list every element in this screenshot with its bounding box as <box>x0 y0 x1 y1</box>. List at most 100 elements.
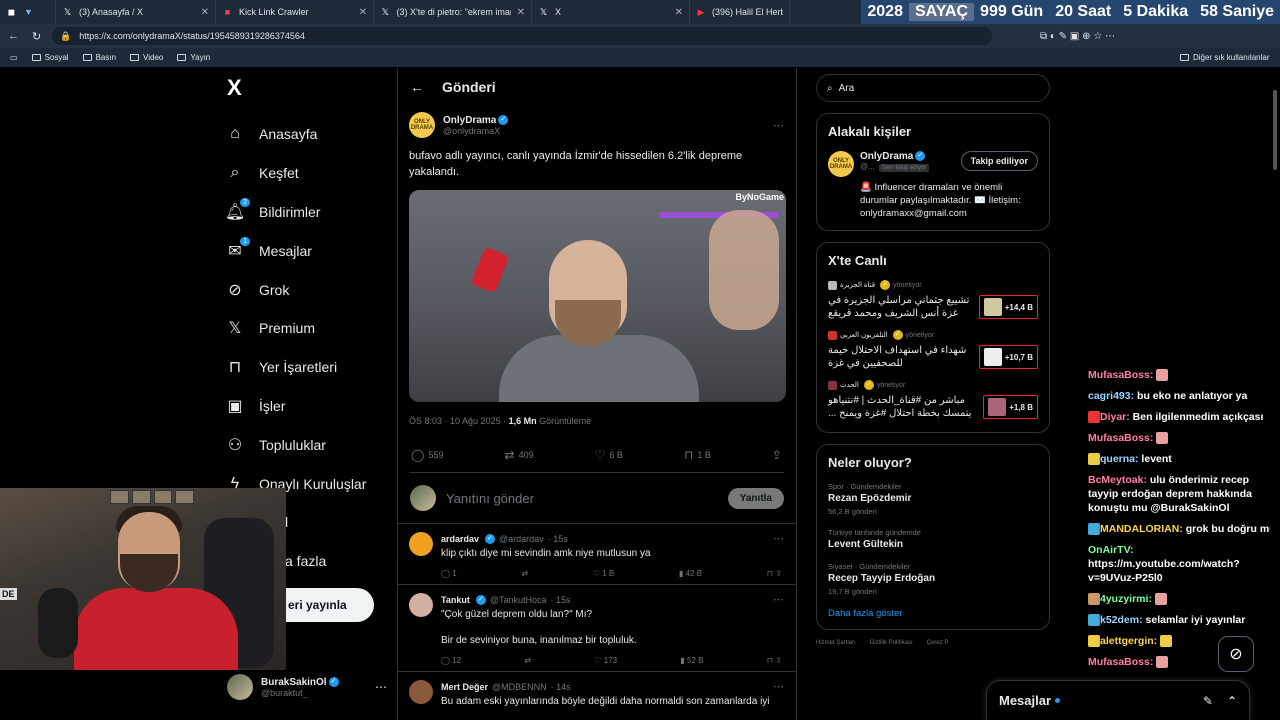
live-space-item[interactable]: الحدث ✓ yönetiyor مباشر من #قناة_الحدث | #… <box>828 380 1038 420</box>
share-button[interactable]: ⇪ <box>772 448 782 462</box>
reply-button[interactable]: ◯ 559 <box>411 448 443 462</box>
sidebar-item-notifications[interactable]: 🔔︎ 2 Bildirimler <box>225 193 395 232</box>
bookmark-button[interactable]: ⊓ ⇪ <box>767 656 782 665</box>
bookmark-button[interactable]: ⊓ ⇪ <box>767 569 782 578</box>
address-bar[interactable]: 🔒 https://x.com/onlydramaX/status/195458… <box>52 27 992 45</box>
sidebar-item-jobs[interactable]: ▣ İşler <box>225 387 395 426</box>
views-button[interactable]: ▮ 52 B <box>680 656 703 665</box>
close-icon[interactable]: ✕ <box>675 7 683 18</box>
sidebar-item-explore[interactable]: ⌕ Keşfet <box>225 154 395 193</box>
x-logo-icon[interactable]: X <box>227 75 395 101</box>
reply-button[interactable]: ◯ 1 <box>441 569 457 578</box>
account-switcher[interactable]: BurakSakinOl ✓ @buraktut_ ⋯ <box>227 672 387 702</box>
post-button[interactable]: eri yayınla <box>286 588 374 622</box>
avatar[interactable] <box>409 532 433 556</box>
author-name[interactable]: ardardav <box>441 534 479 544</box>
reply-tweet[interactable]: Mert Değer @MDBENNN · 14s ⋯ Bu adam eski… <box>398 672 796 715</box>
reply-text: "Çok güzel deprem oldu lan?" Mı? <box>441 609 593 620</box>
bookmark-folder[interactable]: Sosyal <box>31 53 69 62</box>
more-icon[interactable]: ⋯ <box>773 532 784 545</box>
sidebar-item-bookmarks[interactable]: ⊓ Yer İşaretleri <box>225 348 395 387</box>
sidebar-item-grok[interactable]: ⊘ Grok <box>225 270 395 309</box>
page-scrollbar[interactable] <box>1270 68 1280 720</box>
close-icon[interactable]: ✕ <box>359 7 367 18</box>
more-icon[interactable]: ⋯ <box>773 593 784 606</box>
live-space-item[interactable]: التلفزيون العربي ✓ yönetiyor شهداء في استه… <box>828 330 1038 370</box>
bookmark-folder[interactable]: Basın <box>82 53 116 62</box>
more-icon[interactable]: ⋯ <box>375 680 387 694</box>
related-person[interactable]: ONLY DRAMA OnlyDrama ✓ @... Seni takip ediy… <box>828 151 1038 177</box>
show-more-link[interactable]: Daha fazla göster <box>828 608 1038 619</box>
browser-tab[interactable]: 𝕏 (3) Anasayfa / X ✕ <box>56 0 216 24</box>
bell-icon: 🔔︎ 2 <box>225 197 250 222</box>
bookmark-folder[interactable]: Video <box>130 53 163 62</box>
reply-tweet[interactable]: Tankut ✓ @TankutHoca · 15s ⋯ "Çok güzel … <box>398 585 796 672</box>
other-bookmarks[interactable]: Diğer sık kullanılanlar <box>1180 53 1269 62</box>
reply-button[interactable]: ◯ 12 <box>441 656 461 665</box>
bookmark-button[interactable]: ⊓ 1 B <box>684 448 711 462</box>
avatar[interactable]: ONLY DRAMA <box>828 151 854 177</box>
live-listener-badge[interactable]: +1,8 B <box>983 395 1038 419</box>
back-arrow-icon[interactable]: ← <box>410 79 424 95</box>
trend-item[interactable]: Siyaset · Gündemdekiler Recep Tayyip Erd… <box>828 562 1038 596</box>
author-name[interactable]: OnlyDrama <box>443 115 496 126</box>
sidebar-item-premium[interactable]: 𝕏 Premium <box>225 309 395 348</box>
sidebar-item-messages[interactable]: ✉ 1 Mesajlar <box>225 231 395 270</box>
tweet-video[interactable]: ByNoGame <box>409 190 786 402</box>
reload-icon[interactable]: ↻ <box>32 30 41 43</box>
countdown-label: SAYAÇ <box>908 3 975 21</box>
more-icon[interactable]: ⋯ <box>773 119 784 132</box>
source-avatar <box>828 280 837 290</box>
views-button[interactable]: ▮ 42 B <box>679 569 702 578</box>
avatar[interactable]: ONLY DRAMA <box>409 112 435 138</box>
browser-tab[interactable]: 𝕏 (3) X'te di pietro: "ekrem imamoğ ✕ <box>374 0 532 24</box>
footer-link[interactable]: Çerez P <box>927 640 949 646</box>
author-name[interactable]: Tankut <box>441 595 470 605</box>
reply-submit-button[interactable]: Yanıtla <box>727 487 784 509</box>
trend-item[interactable]: Türkiye tarihinde gündemde Levent Gültek… <box>828 528 1038 550</box>
live-space-item[interactable]: قناة الجزيرة ✓ yönetiyor تشييع جثماني مراس… <box>828 280 1038 320</box>
reply-input[interactable]: Yanıtını gönder <box>446 491 534 506</box>
scrollbar-thumb[interactable] <box>1273 90 1277 170</box>
browser-tab[interactable]: ■ Kick Link Crawler ✕ <box>216 0 374 24</box>
retweet-button[interactable]: ⇄ <box>524 656 531 665</box>
sidebar-item-communities[interactable]: ⚇ Topluluklar <box>225 425 395 464</box>
browser-tab[interactable]: ▶ (396) Halil El Herba <box>690 0 790 24</box>
back-icon[interactable]: ← <box>8 30 19 42</box>
like-button[interactable]: ♡ 1 B <box>593 569 614 578</box>
retweet-button[interactable]: ⇄ 409 <box>505 448 534 462</box>
bookmark-icon: ⊓ <box>683 448 694 462</box>
close-icon[interactable]: ✕ <box>517 7 525 18</box>
chevron-up-icon[interactable]: ⌃ <box>1227 694 1237 708</box>
search-input[interactable]: ⌕ Ara <box>816 74 1050 102</box>
live-listener-badge[interactable]: +10,7 B <box>978 345 1038 369</box>
following-button[interactable]: Takip ediliyor <box>960 151 1038 171</box>
avatar[interactable] <box>409 593 433 617</box>
extensions-icon[interactable]: ⧉ ◐ ✎ ▣ ⊕ ☆ ⋯ <box>1040 31 1115 42</box>
x-logo-icon: 𝕏 <box>381 6 389 17</box>
compose-message-icon[interactable]: ✎ <box>1203 694 1213 708</box>
footer-link[interactable]: Hizmet Şartları <box>816 640 856 646</box>
countdown-hours: 20 Saat <box>1055 3 1112 20</box>
browser-tab-pinned[interactable]: ◼ ▼ <box>0 0 56 24</box>
reading-list-icon[interactable]: ▭ <box>10 53 18 62</box>
like-button[interactable]: ♡ 6 B <box>595 448 623 462</box>
avatar[interactable] <box>409 680 433 704</box>
trend-item[interactable]: Spor · Gündemdekiler Rezan Epözdemir 56,… <box>828 482 1038 516</box>
browser-tab[interactable]: 𝕏 X ✕ <box>532 0 690 24</box>
people-icon: ⚇ <box>227 436 243 454</box>
tweet-author[interactable]: ONLY DRAMA OnlyDrama ✓ @onlydramaX ⋯ <box>409 112 784 138</box>
live-listener-badge[interactable]: +14,4 B <box>978 295 1038 319</box>
close-icon[interactable]: ✕ <box>201 7 209 18</box>
grok-button[interactable]: ⊘ <box>1218 636 1254 672</box>
like-button[interactable]: ♡ 173 <box>594 656 617 665</box>
footer-link[interactable]: Gizlilik Politikası <box>870 640 913 646</box>
reply-tweet[interactable]: ardardav ✓ @ardardav · 15s ⋯ klip çıktı … <box>398 524 796 585</box>
emote-icon <box>1156 656 1169 669</box>
retweet-button[interactable]: ⇄ <box>521 569 528 578</box>
bookmark-folder[interactable]: Yayın <box>177 53 210 62</box>
author-name[interactable]: Mert Değer <box>441 682 488 692</box>
sidebar-item-home[interactable]: ⌂ Anasayfa <box>225 115 395 154</box>
messages-drawer[interactable]: Mesajlar ✎ ⌃ <box>986 680 1250 720</box>
more-icon[interactable]: ⋯ <box>773 680 784 693</box>
